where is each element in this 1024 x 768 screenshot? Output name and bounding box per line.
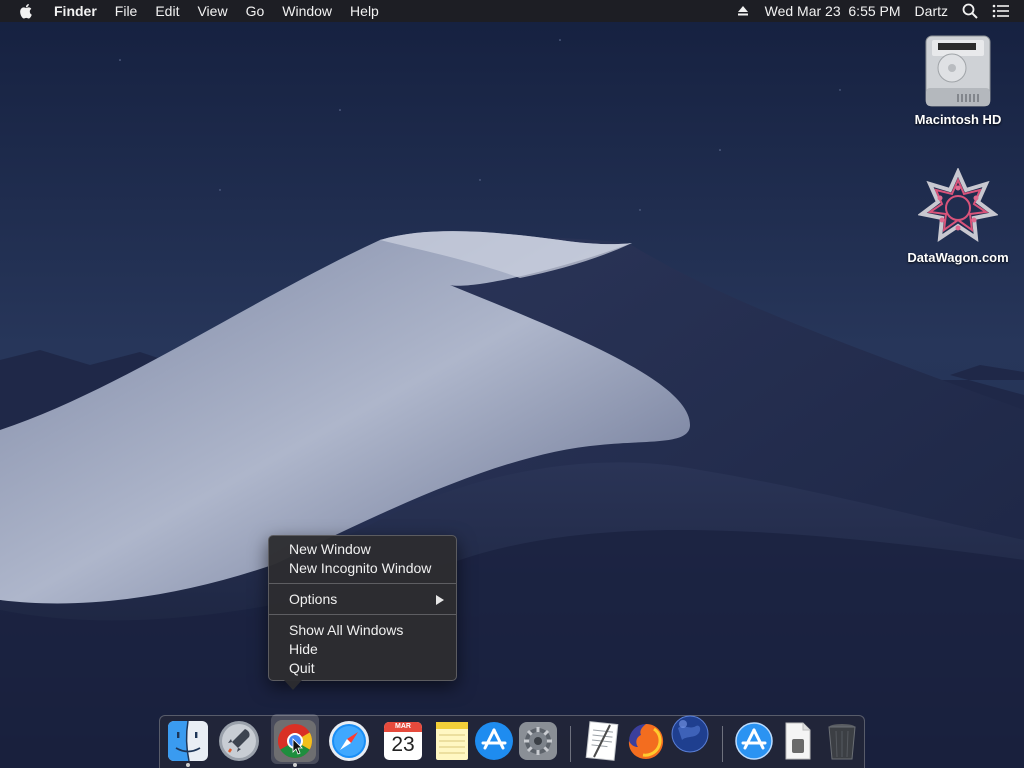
- notification-center-icon[interactable]: [992, 4, 1010, 18]
- dock-item-documents[interactable]: [776, 719, 820, 763]
- dock-item-textedit[interactable]: [580, 719, 624, 763]
- submenu-arrow-icon: [436, 595, 444, 605]
- launchpad-rocket-icon: [219, 721, 259, 761]
- finder-icon: [168, 720, 208, 762]
- running-indicator-chrome: [293, 763, 297, 767]
- dock-item-calendar[interactable]: MAR 23: [381, 719, 425, 763]
- dock-item-firefox[interactable]: [624, 719, 668, 763]
- dock-item-safari[interactable]: [327, 719, 371, 763]
- notes-icon: [436, 722, 468, 760]
- menu-bar-status-area: Wed Mar 23 6:55 PM Dartz: [737, 0, 1024, 22]
- eject-icon[interactable]: [737, 5, 749, 17]
- dock-item-finder[interactable]: [166, 719, 210, 763]
- datawagon-logo-icon: [918, 168, 998, 243]
- menu-item-new-window[interactable]: New Window: [269, 540, 456, 559]
- dock-item-launchpad[interactable]: [217, 719, 261, 763]
- menu-item-options[interactable]: Options: [269, 590, 456, 609]
- menu-finder[interactable]: Finder: [54, 0, 97, 22]
- menu-view[interactable]: View: [197, 0, 227, 22]
- trash-icon: [828, 724, 856, 760]
- firefox-icon: [628, 724, 664, 759]
- safari-compass-icon: [329, 721, 369, 761]
- menu-separator: [269, 614, 456, 615]
- dock-context-menu: New Window New Incognito Window Options …: [268, 535, 457, 681]
- running-indicator-finder: [186, 763, 190, 767]
- calendar-day: 23: [391, 733, 415, 756]
- context-menu-pointer: [284, 680, 302, 690]
- gear-icon: [519, 722, 557, 760]
- calendar-month: MAR: [395, 723, 411, 730]
- menu-edit[interactable]: Edit: [155, 0, 179, 22]
- menu-user[interactable]: Dartz: [915, 0, 948, 22]
- dock-item-trash[interactable]: [820, 719, 864, 763]
- apple-logo-icon[interactable]: [20, 2, 36, 20]
- app-store-icon: [475, 722, 513, 760]
- desktop-icon-label: DataWagon.com: [907, 250, 1009, 265]
- chrome-icon: [274, 720, 316, 762]
- desktop-icon-label: Macintosh HD: [914, 112, 1002, 127]
- dock-separator: [722, 726, 723, 762]
- desktop-wallpaper: [0, 0, 1024, 768]
- spotlight-search-icon[interactable]: [962, 3, 978, 19]
- hard-drive-icon: [925, 35, 991, 107]
- menu-help[interactable]: Help: [350, 0, 379, 22]
- menu-item-options-label: Options: [289, 591, 338, 607]
- dock-item-chrome[interactable]: [273, 719, 317, 763]
- menu-item-quit[interactable]: Quit: [269, 659, 456, 678]
- menu-item-hide[interactable]: Hide: [269, 640, 456, 659]
- globe-icon: [671, 715, 709, 753]
- menu-clock[interactable]: Wed Mar 23 6:55 PM: [765, 0, 901, 22]
- menu-file[interactable]: File: [115, 0, 138, 22]
- dock-separator: [570, 726, 571, 762]
- dock: MAR 23: [159, 712, 865, 768]
- dock-item-globe-app[interactable]: [668, 712, 712, 756]
- dock-item-app-store[interactable]: [472, 719, 516, 763]
- menu-separator: [269, 583, 456, 584]
- dock-item-notes[interactable]: [430, 719, 474, 763]
- desktop-icon-macintosh-hd[interactable]: Macintosh HD: [903, 30, 1013, 127]
- menu-bar: Finder File Edit View Go Window Help Wed…: [0, 0, 1024, 22]
- textedit-icon: [585, 721, 619, 761]
- menu-item-show-all-windows[interactable]: Show All Windows: [269, 621, 456, 640]
- dock-item-applications[interactable]: [732, 719, 776, 763]
- menu-go[interactable]: Go: [246, 0, 265, 22]
- dock-item-system-preferences[interactable]: [516, 719, 560, 763]
- menu-item-new-incognito-window[interactable]: New Incognito Window: [269, 559, 456, 578]
- app-store-folder-icon: [735, 722, 773, 760]
- desktop-icon-datawagon[interactable]: DataWagon.com: [903, 168, 1013, 265]
- document-stack-icon: [785, 722, 811, 760]
- menu-window[interactable]: Window: [282, 0, 332, 22]
